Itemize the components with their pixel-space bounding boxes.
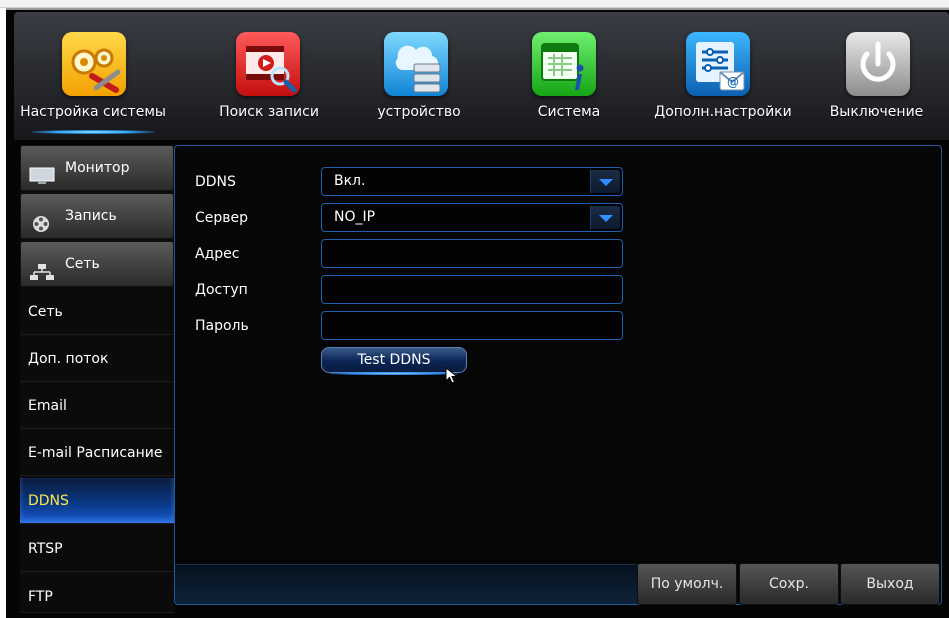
chevron-down-icon[interactable] <box>590 170 620 193</box>
svg-text:@: @ <box>727 75 739 89</box>
sidebar-group-network[interactable]: Сеть <box>20 241 174 287</box>
sidebar-item-network[interactable]: Сеть <box>20 289 174 335</box>
chevron-down-icon[interactable] <box>590 206 620 229</box>
sidebar-group-monitor[interactable]: Монитор <box>20 145 174 191</box>
monitor-icon <box>29 159 55 184</box>
device-storage-icon <box>384 32 448 96</box>
system-info-icon <box>532 32 596 96</box>
nav-label: Поиск записи <box>219 104 319 120</box>
nav-record-search[interactable]: Поиск записи <box>194 12 344 140</box>
sidebar-group-label: Сеть <box>65 256 100 272</box>
exit-button[interactable]: Выход <box>840 563 940 605</box>
default-button[interactable]: По умолч. <box>637 563 737 605</box>
window-top-strip <box>0 0 949 8</box>
top-navigation: Настройка системы Поиск записи устройств… <box>14 12 949 140</box>
ddns-select[interactable]: Вкл. <box>321 167 623 196</box>
active-tab-indicator <box>32 130 154 134</box>
record-search-icon <box>236 32 300 96</box>
mouse-pointer-icon <box>445 366 459 384</box>
password-field[interactable] <box>321 311 623 340</box>
power-icon <box>846 32 910 96</box>
ddns-label: DDNS <box>195 174 236 190</box>
nav-label: Настройка системы <box>20 104 166 120</box>
sidebar-item-email[interactable]: Email <box>20 383 174 429</box>
sidebar: Монитор Запись Сеть Сеть Доп. поток Emai… <box>20 145 174 613</box>
nav-label: Дополн.настройки <box>654 104 792 120</box>
film-reel-icon <box>29 207 55 232</box>
network-icon <box>29 255 55 280</box>
ddns-select-value: Вкл. <box>334 173 366 189</box>
save-button[interactable]: Сохр. <box>739 563 839 605</box>
nav-label: устройство <box>377 104 461 120</box>
access-label: Доступ <box>195 282 248 298</box>
address-field[interactable] <box>321 239 623 268</box>
sidebar-item-rtsp[interactable]: RTSP <box>20 526 174 572</box>
nav-system-settings[interactable]: Настройка системы <box>18 12 168 140</box>
sidebar-group-label: Монитор <box>65 160 130 176</box>
server-label: Сервер <box>195 210 249 226</box>
sidebar-item-substream[interactable]: Доп. поток <box>20 336 174 382</box>
sidebar-group-label: Запись <box>65 208 117 224</box>
password-label: Пароль <box>195 318 249 334</box>
nav-advanced-settings[interactable]: @ Дополн.настройки <box>648 12 798 140</box>
ddns-settings-panel: DDNS Вкл. Сервер NO_IP Адрес Доступ Паро… <box>174 145 942 605</box>
nav-label: Система <box>537 104 601 120</box>
sidebar-item-ddns[interactable]: DDNS <box>20 478 174 524</box>
server-select-value: NO_IP <box>334 209 376 225</box>
button-glow <box>330 372 458 375</box>
settings-gears-icon <box>62 32 126 96</box>
test-ddns-label: Test DDNS <box>357 352 431 368</box>
sidebar-group-record[interactable]: Запись <box>20 193 174 239</box>
nav-label: Выключение <box>829 104 924 120</box>
server-select[interactable]: NO_IP <box>321 203 623 232</box>
sidebar-item-email-schedule[interactable]: E-mail Расписание <box>20 430 174 476</box>
panel-footer <box>175 564 637 604</box>
address-label: Адрес <box>195 246 240 262</box>
advanced-settings-icon: @ <box>686 32 750 96</box>
sidebar-item-ftp[interactable]: FTP <box>20 573 174 613</box>
nav-device[interactable]: устройство <box>344 12 494 140</box>
nav-shutdown[interactable]: Выключение <box>804 12 949 140</box>
nav-system[interactable]: Система <box>494 12 644 140</box>
access-field[interactable] <box>321 275 623 304</box>
